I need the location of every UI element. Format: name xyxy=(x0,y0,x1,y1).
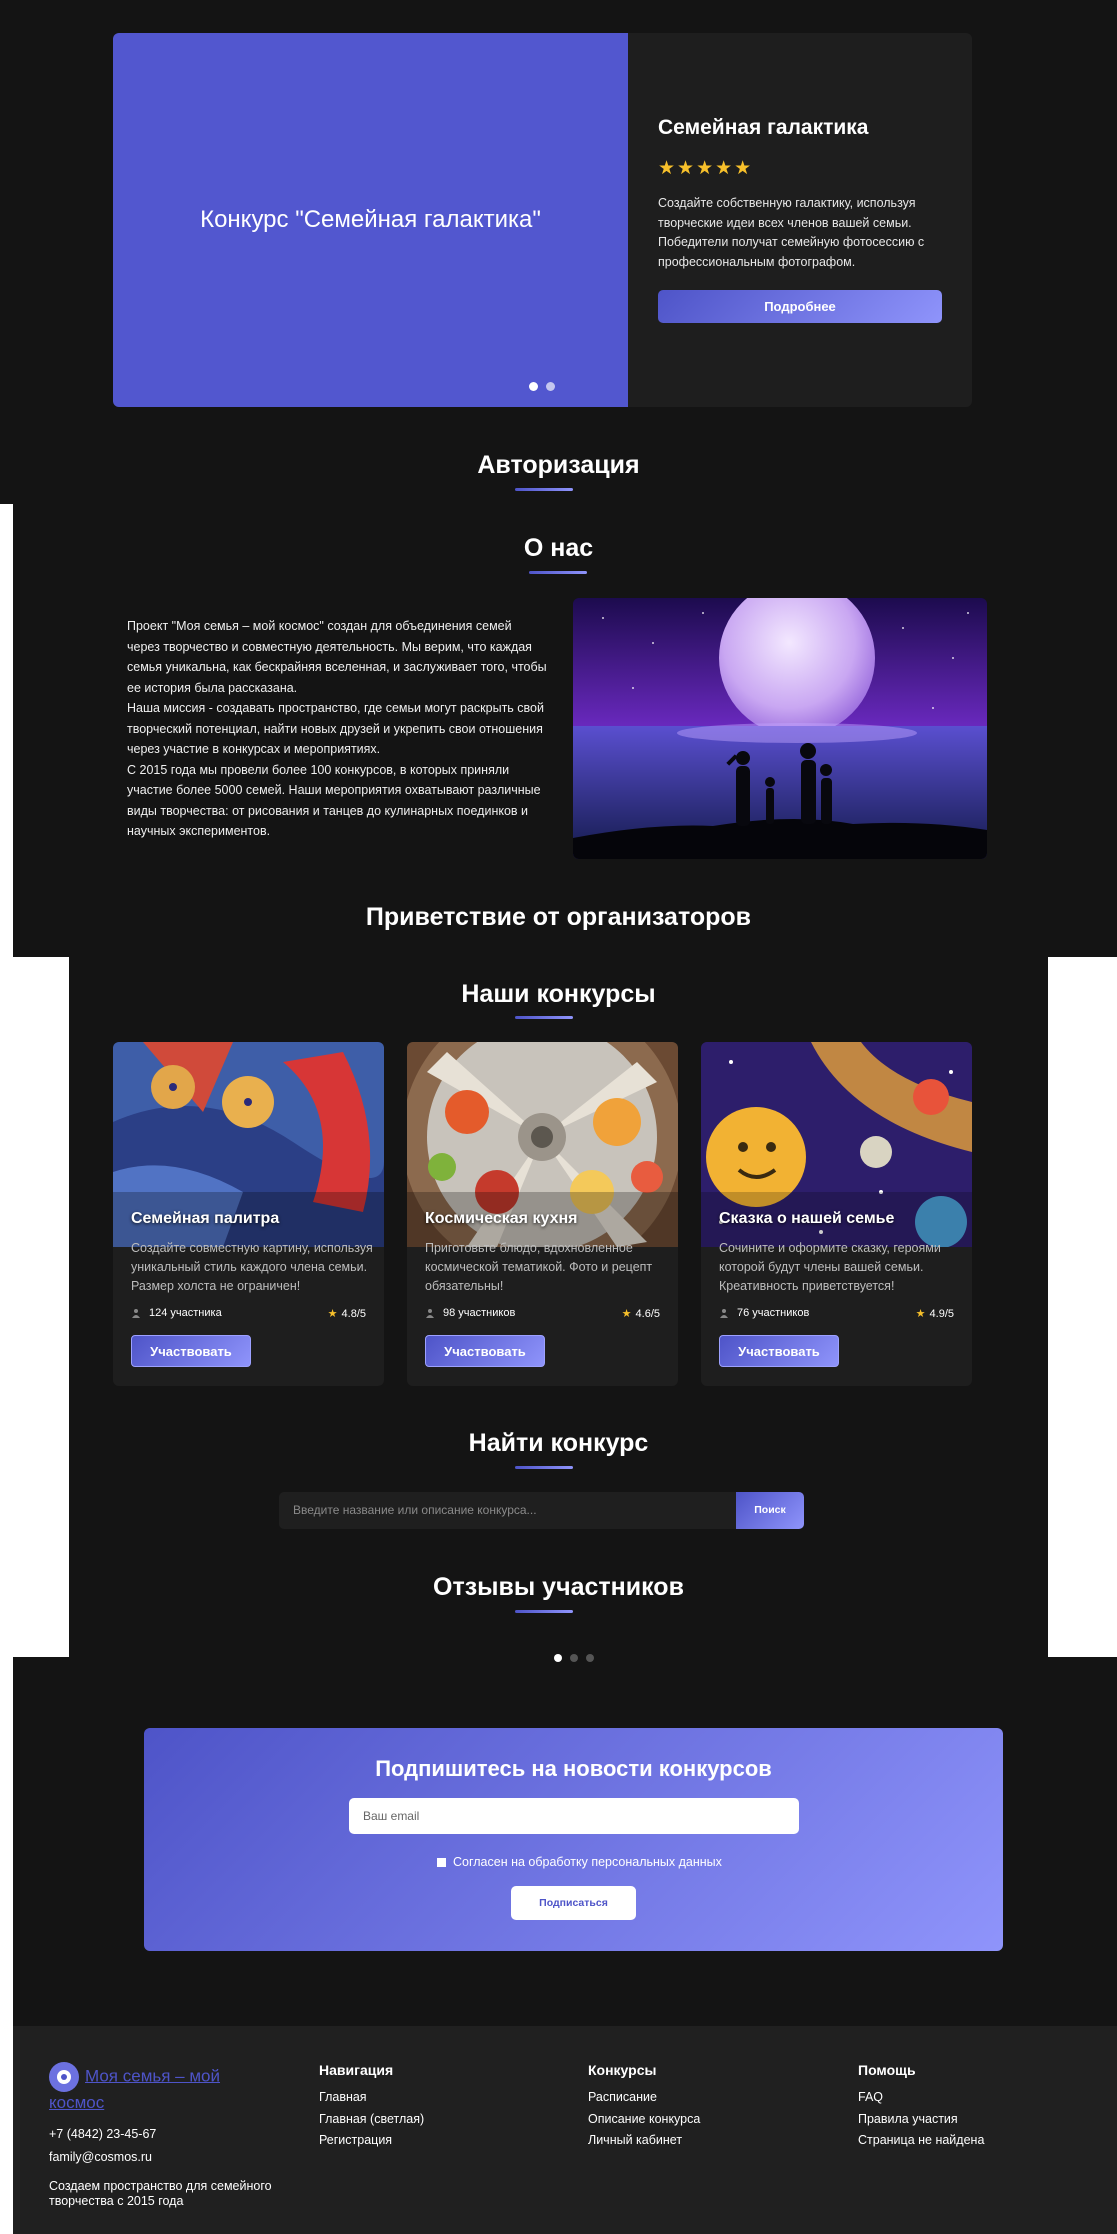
contest-card[interactable]: Семейная палитра Создайте совместную кар… xyxy=(113,1042,384,1386)
contest-meta: 124 участника ★ 4.8/5 xyxy=(131,1306,366,1322)
subscribe-button[interactable]: Подписаться xyxy=(511,1886,636,1920)
consent-label: Согласен на обработку персональных данны… xyxy=(453,1855,722,1869)
hero-description: Создайте собственную галактику, использу… xyxy=(658,196,925,269)
hero-slide-title: Конкурс "Семейная галактика" xyxy=(200,206,541,233)
footer-link[interactable]: FAQ xyxy=(858,2087,984,2109)
contest-rating: ★ 4.8/5 xyxy=(328,1307,366,1320)
contest-card[interactable]: Сказка о нашей семье Сочините и оформите… xyxy=(701,1042,972,1386)
family-moon-image xyxy=(573,598,987,859)
footer-email: family@cosmos.ru xyxy=(49,2150,152,2164)
footer-nav: Навигация Главная Главная (светлая) Реги… xyxy=(319,2062,424,2152)
contest-meta: 76 участников ★ 4.9/5 xyxy=(719,1306,954,1322)
more-button[interactable]: Подробнее xyxy=(658,290,942,323)
footer-link[interactable]: Расписание xyxy=(588,2087,700,2109)
slider-dot-active[interactable] xyxy=(529,382,538,391)
contests-title: Наши конкурсы xyxy=(461,980,656,1008)
participate-button[interactable]: Участвовать xyxy=(719,1335,839,1367)
consent-checkbox[interactable]: Согласен на обработку персональных данны… xyxy=(437,1855,722,1869)
footer-link[interactable]: Страница не найдена xyxy=(858,2130,984,2152)
white-left-band-3 xyxy=(0,1657,13,2234)
footer-help-title: Помощь xyxy=(858,2062,916,2078)
star-icon: ★ xyxy=(327,1308,338,1320)
greeting-title: Приветствие от организаторов xyxy=(365,903,752,931)
about-paragraph: Наша миссия - создавать пространство, гд… xyxy=(127,701,544,756)
subscribe-panel: Подпишитесь на новости конкурсов Ваш ema… xyxy=(144,1728,1003,1951)
participants-count: 124 участника xyxy=(149,1307,222,1319)
footer-tagline: Создаем пространство для семейного творч… xyxy=(49,2179,272,2208)
people-icon xyxy=(132,1309,140,1318)
reviews-title: Отзывы участников xyxy=(433,1573,684,1601)
footer-nav-title: Навигация xyxy=(319,2062,394,2078)
contest-meta: 98 участников ★ 4.6/5 xyxy=(425,1306,660,1322)
contest-description: Сочините и оформите сказку, героями кото… xyxy=(719,1241,941,1293)
search-title: Найти конкурс xyxy=(468,1429,649,1457)
contest-title: Сказка о нашей семье xyxy=(719,1210,895,1227)
search-underline xyxy=(515,1466,573,1469)
rating-value: 4.8/5 xyxy=(341,1308,366,1320)
contest-rating: ★ 4.6/5 xyxy=(622,1307,660,1320)
hero-title: Семейная галактика xyxy=(658,116,869,139)
checkbox-icon[interactable] xyxy=(437,1858,446,1867)
people-icon xyxy=(720,1309,728,1318)
contest-description: Создайте совместную картину, используя у… xyxy=(131,1241,373,1293)
about-paragraph: Проект "Моя семья – мой космос" создан д… xyxy=(127,619,547,695)
star-icon: ★ xyxy=(621,1308,632,1320)
participate-button[interactable]: Участвовать xyxy=(131,1335,251,1367)
auth-title: Авторизация xyxy=(477,451,640,479)
hero-slide[interactable]: Конкурс "Семейная галактика" xyxy=(113,33,628,407)
rating-value: 4.6/5 xyxy=(635,1308,660,1320)
auth-underline xyxy=(515,488,573,491)
footer-contests: Конкурсы Расписание Описание конкурса Ли… xyxy=(588,2062,700,2152)
rating-stars: ★★★★★ xyxy=(658,158,754,179)
footer-link[interactable]: Регистрация xyxy=(319,2130,424,2152)
contests-underline xyxy=(515,1016,573,1019)
contest-card[interactable]: Космическая кухня Приготовьте блюдо, вдо… xyxy=(407,1042,678,1386)
search-button[interactable]: Поиск xyxy=(736,1492,804,1529)
participants-count: 98 участников xyxy=(443,1307,516,1319)
footer-help: Помощь FAQ Правила участия Страница не н… xyxy=(858,2062,984,2152)
about-paragraph: С 2015 года мы провели более 100 конкурс… xyxy=(127,762,541,839)
footer-phone: +7 (4842) 23-45-67 xyxy=(49,2127,157,2141)
about-underline xyxy=(529,571,587,574)
reviews-dot-active[interactable] xyxy=(554,1654,562,1662)
white-left-band-1 xyxy=(0,504,13,957)
email-field[interactable]: Ваш email xyxy=(349,1798,799,1834)
footer-link[interactable]: Описание конкурса xyxy=(588,2109,700,2131)
footer-contests-title: Конкурсы xyxy=(588,2062,657,2078)
reviews-underline xyxy=(515,1610,573,1613)
reviews-dot[interactable] xyxy=(570,1654,578,1662)
search-input[interactable]: Введите название или описание конкурса..… xyxy=(279,1492,736,1529)
about-text: Проект "Моя семья – мой космос" создан д… xyxy=(127,616,547,842)
footer-link[interactable]: Главная xyxy=(319,2087,424,2109)
hero-info-panel: Семейная галактика ★★★★★ Создайте собств… xyxy=(628,33,972,407)
contest-title: Космическая кухня xyxy=(425,1210,578,1227)
footer-link[interactable]: Главная (светлая) xyxy=(319,2109,424,2131)
subscribe-title: Подпишитесь на новости конкурсов xyxy=(375,1756,772,1781)
footer: Моя семья – мой космос +7 (4842) 23-45-6… xyxy=(13,2026,1117,2234)
footer-brand: Моя семья – мой космос +7 (4842) 23-45-6… xyxy=(49,2062,279,2209)
footer-link[interactable]: Правила участия xyxy=(858,2109,984,2131)
contest-description: Приготовьте блюдо, вдохновленное космиче… xyxy=(425,1241,653,1293)
logo-icon xyxy=(49,2062,79,2092)
about-title: О нас xyxy=(523,534,594,562)
participate-button[interactable]: Участвовать xyxy=(425,1335,545,1367)
people-icon xyxy=(426,1309,434,1318)
reviews-dot[interactable] xyxy=(586,1654,594,1662)
contest-rating: ★ 4.9/5 xyxy=(916,1307,954,1320)
footer-link[interactable]: Личный кабинет xyxy=(588,2130,700,2152)
participants-count: 76 участников xyxy=(737,1307,810,1319)
contest-title: Семейная палитра xyxy=(131,1210,280,1227)
white-right-band xyxy=(1048,957,1117,1657)
star-icon: ★ xyxy=(915,1308,926,1320)
footer-logo-link[interactable]: Моя семья – мой космос xyxy=(49,2062,279,2113)
rating-value: 4.9/5 xyxy=(929,1308,954,1320)
slider-dot[interactable] xyxy=(546,382,555,391)
white-left-band-2 xyxy=(0,957,69,1657)
